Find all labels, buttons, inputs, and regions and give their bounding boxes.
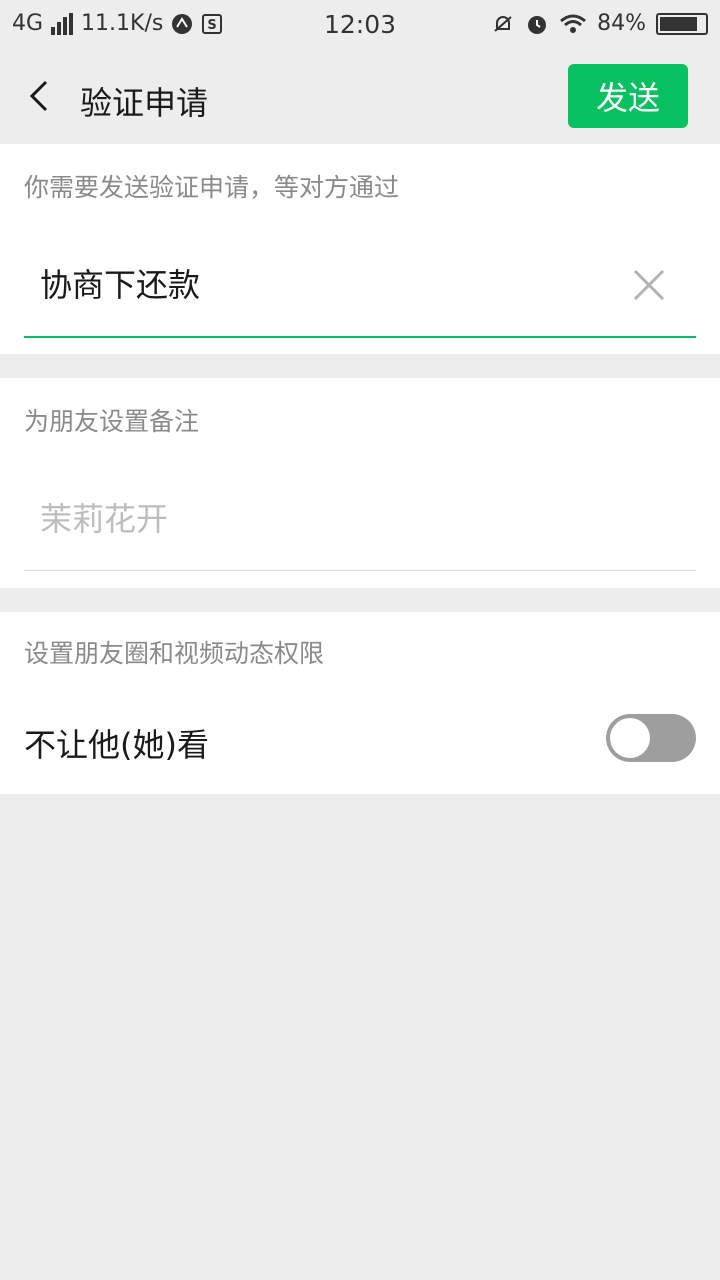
verify-underline xyxy=(24,336,696,338)
verify-input[interactable]: 协商下还款 xyxy=(24,254,696,314)
page-title: 验证申请 xyxy=(80,84,209,122)
remark-underline xyxy=(24,570,696,571)
verify-input-value: 协商下还款 xyxy=(40,266,201,304)
battery-percent: 84% xyxy=(597,11,646,36)
status-bar: 4G 11.1K/s S 12:03 84% xyxy=(0,0,720,50)
bell-muted-icon xyxy=(494,15,512,32)
back-arrow-icon[interactable] xyxy=(22,76,62,116)
verify-label: 你需要发送验证申请，等对方通过 xyxy=(24,173,400,202)
toggle-knob xyxy=(610,718,650,758)
remark-input[interactable]: 茉莉花开 xyxy=(24,488,696,548)
wifi-icon xyxy=(560,14,587,33)
battery-icon xyxy=(656,12,708,35)
nav-bar: 验证申请 发送 xyxy=(0,50,720,144)
alarm-icon xyxy=(528,15,547,34)
verify-section: 你需要发送验证申请，等对方通过 协商下还款 xyxy=(0,144,720,354)
remark-label: 为朋友设置备注 xyxy=(24,407,200,436)
moments-label: 设置朋友圈和视频动态权限 xyxy=(24,639,325,668)
status-right: 84% xyxy=(491,11,708,36)
hide-moments-label: 不让他(她)看 xyxy=(24,726,209,764)
hide-moments-toggle[interactable] xyxy=(606,714,696,762)
clear-icon[interactable] xyxy=(632,268,666,302)
moments-section: 设置朋友圈和视频动态权限 不让他(她)看 xyxy=(0,612,720,794)
remark-placeholder: 茉莉花开 xyxy=(40,500,169,538)
remark-section: 为朋友设置备注 茉莉花开 xyxy=(0,378,720,588)
send-button[interactable]: 发送 xyxy=(568,64,688,128)
